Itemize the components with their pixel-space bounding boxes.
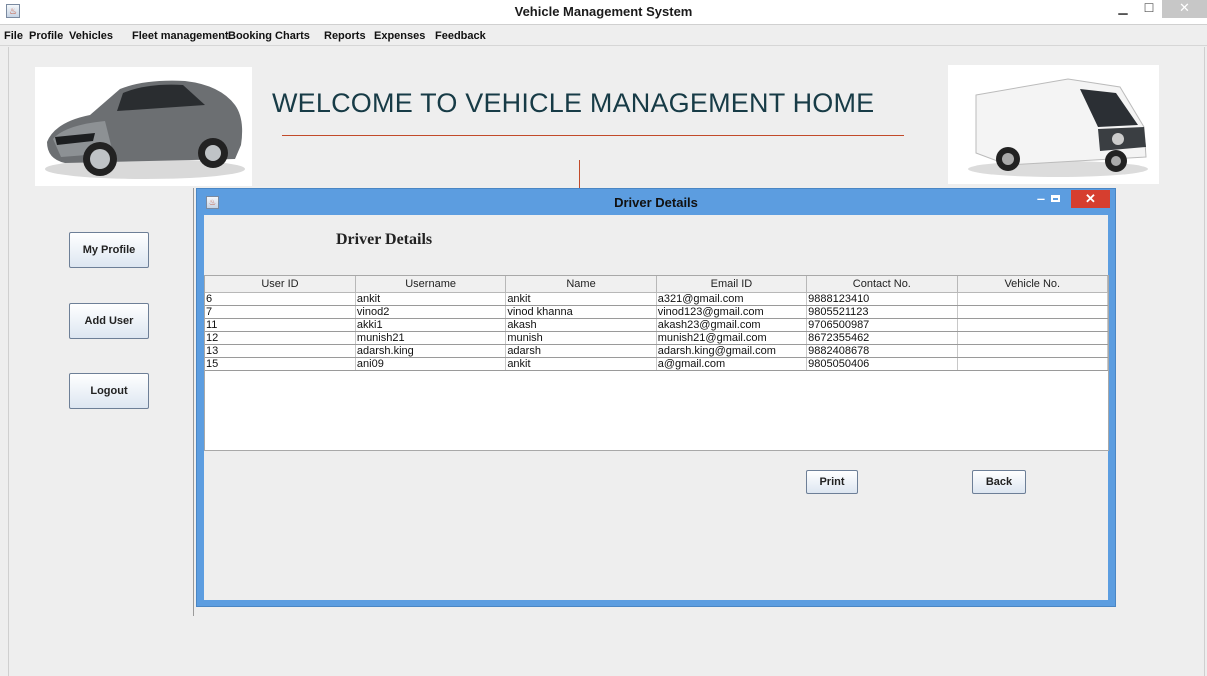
cell-username: munish21 bbox=[355, 331, 507, 345]
cell-vehicle bbox=[957, 344, 1109, 358]
cell-username: akki1 bbox=[355, 318, 507, 332]
cell-name: akash bbox=[505, 318, 657, 332]
column-header-name[interactable]: Name bbox=[505, 276, 657, 293]
driver-table[interactable]: User ID Username Name Email ID Contact N… bbox=[204, 275, 1109, 451]
dialog-close-icon[interactable]: ✕ bbox=[1071, 190, 1110, 208]
table-row[interactable]: 13 adarsh.king adarsh adarsh.king@gmail.… bbox=[205, 344, 1109, 358]
table-row[interactable]: 7 vinod2 vinod khanna vinod123@gmail.com… bbox=[205, 305, 1109, 319]
cell-name: vinod khanna bbox=[505, 305, 657, 319]
menu-reports[interactable]: Reports bbox=[324, 30, 366, 42]
cell-username: adarsh.king bbox=[355, 344, 507, 358]
cell-username: vinod2 bbox=[355, 305, 507, 319]
table-row[interactable]: 15 ani09 ankit a@gmail.com 9805050406 bbox=[205, 357, 1109, 371]
main-title-bar: ♨ Vehicle Management System ▁ ☐ ✕ bbox=[0, 0, 1207, 25]
cell-vehicle bbox=[957, 292, 1109, 306]
window-title: Vehicle Management System bbox=[514, 4, 693, 19]
cell-username: ani09 bbox=[355, 357, 507, 371]
column-header-contact[interactable]: Contact No. bbox=[806, 276, 958, 293]
cell-email: munish21@gmail.com bbox=[656, 331, 808, 345]
dialog-title: Driver Details bbox=[614, 195, 698, 210]
cell-vehicle bbox=[957, 318, 1109, 332]
menu-vehicles[interactable]: Vehicles bbox=[69, 30, 113, 42]
cell-user-id: 12 bbox=[205, 331, 356, 345]
dialog-content: Driver Details User ID Username Name Ema… bbox=[204, 215, 1109, 600]
minimize-icon[interactable]: ▁ bbox=[1110, 0, 1136, 18]
cell-user-id: 6 bbox=[205, 292, 356, 306]
cell-username: ankit bbox=[355, 292, 507, 306]
column-header-username[interactable]: Username bbox=[355, 276, 507, 293]
dialog-maximize-icon[interactable] bbox=[1051, 195, 1060, 202]
cell-name: ankit bbox=[505, 292, 657, 306]
window-controls: ▁ ☐ ✕ bbox=[1110, 0, 1207, 18]
print-button[interactable]: Print bbox=[806, 470, 858, 494]
table-row[interactable]: 11 akki1 akash akash23@gmail.com 9706500… bbox=[205, 318, 1109, 332]
menu-profile[interactable]: Profile bbox=[29, 30, 63, 42]
cell-user-id: 13 bbox=[205, 344, 356, 358]
cell-user-id: 7 bbox=[205, 305, 356, 319]
maximize-icon[interactable]: ☐ bbox=[1136, 0, 1162, 18]
cell-name: ankit bbox=[505, 357, 657, 371]
welcome-underline bbox=[282, 135, 904, 136]
cell-email: a321@gmail.com bbox=[656, 292, 808, 306]
dialog-heading: Driver Details bbox=[336, 231, 433, 248]
cell-email: a@gmail.com bbox=[656, 357, 808, 371]
column-header-vehicle[interactable]: Vehicle No. bbox=[957, 276, 1109, 293]
add-user-button[interactable]: Add User bbox=[69, 303, 149, 339]
dialog-minimize-icon[interactable]: ‒ bbox=[1034, 191, 1048, 206]
menu-fleet-management[interactable]: Fleet management bbox=[132, 30, 229, 42]
table-row[interactable]: 6 ankit ankit a321@gmail.com 9888123410 bbox=[205, 292, 1109, 306]
cell-email: adarsh.king@gmail.com bbox=[656, 344, 808, 358]
cell-contact: 9706500987 bbox=[806, 318, 958, 332]
cell-email: akash23@gmail.com bbox=[656, 318, 808, 332]
column-header-email[interactable]: Email ID bbox=[656, 276, 808, 293]
logout-button[interactable]: Logout bbox=[69, 373, 149, 409]
cell-contact: 8672355462 bbox=[806, 331, 958, 345]
cell-email: vinod123@gmail.com bbox=[656, 305, 808, 319]
menu-expenses[interactable]: Expenses bbox=[374, 30, 425, 42]
cell-user-id: 11 bbox=[205, 318, 356, 332]
table-row[interactable]: 12 munish21 munish munish21@gmail.com 86… bbox=[205, 331, 1109, 345]
sidebar-separator bbox=[193, 188, 194, 616]
cell-name: munish bbox=[505, 331, 657, 345]
cell-contact: 9805050406 bbox=[806, 357, 958, 371]
close-icon[interactable]: ✕ bbox=[1162, 0, 1207, 18]
menu-feedback[interactable]: Feedback bbox=[435, 30, 486, 42]
cell-vehicle bbox=[957, 305, 1109, 319]
cell-vehicle bbox=[957, 357, 1109, 371]
van-image bbox=[948, 65, 1159, 184]
menu-bar: File Profile Vehicles Fleet management B… bbox=[0, 25, 1207, 46]
cell-contact: 9805521123 bbox=[806, 305, 958, 319]
menu-file[interactable]: File bbox=[4, 30, 23, 42]
menu-booking-charts[interactable]: Booking Charts bbox=[228, 30, 310, 42]
cell-user-id: 15 bbox=[205, 357, 356, 371]
cell-contact: 9882408678 bbox=[806, 344, 958, 358]
column-header-user-id[interactable]: User ID bbox=[205, 276, 356, 293]
table-header-row: User ID Username Name Email ID Contact N… bbox=[205, 276, 1109, 293]
my-profile-button[interactable]: My Profile bbox=[69, 232, 149, 268]
welcome-heading: WELCOME TO VEHICLE MANAGEMENT HOME bbox=[272, 88, 875, 118]
cell-vehicle bbox=[957, 331, 1109, 345]
divider-line bbox=[579, 160, 580, 188]
cell-name: adarsh bbox=[505, 344, 657, 358]
driver-details-dialog: ♨ Driver Details ‒ ✕ Driver Details User… bbox=[196, 188, 1116, 607]
cell-contact: 9888123410 bbox=[806, 292, 958, 306]
back-button[interactable]: Back bbox=[972, 470, 1026, 494]
car-image bbox=[35, 67, 252, 186]
